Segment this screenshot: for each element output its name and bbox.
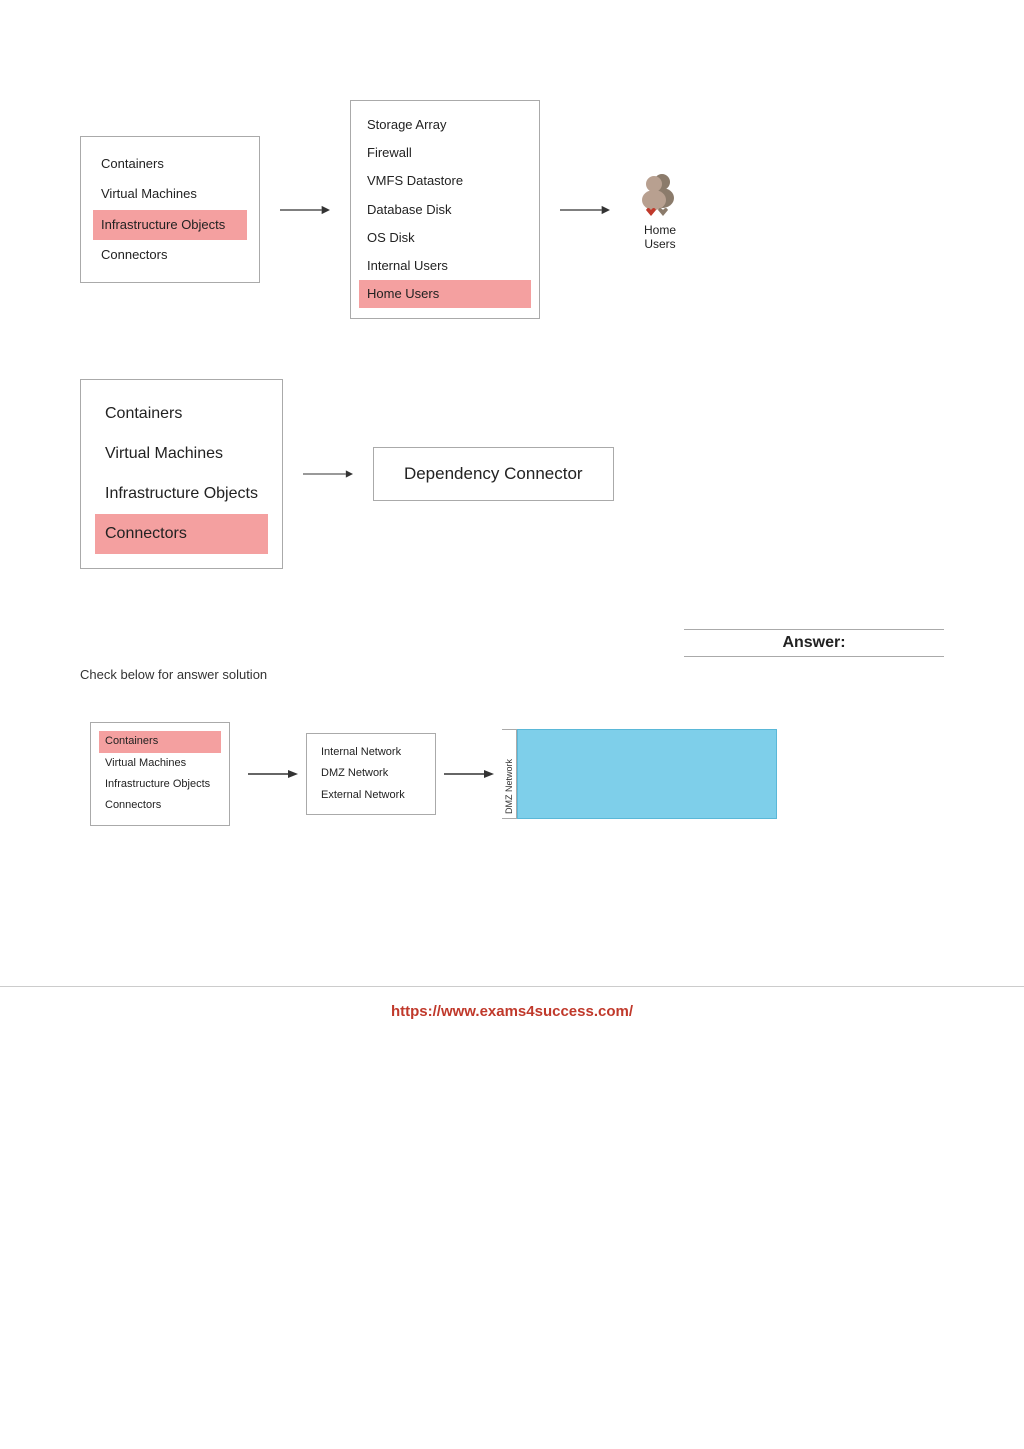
footer: https://www.exams4success.com/ [0,986,1024,1029]
sol-list-item: DMZ Network [321,763,421,784]
dependency-connector-label: Dependency Connector [404,464,583,483]
solution-middle-list: Internal Network DMZ Network External Ne… [306,733,436,815]
arrow2 [560,200,610,220]
section2-left-list: Containers Virtual Machines Infrastructu… [80,379,283,569]
list-item: Containers [105,394,258,434]
sol-list-item: Infrastructure Objects [105,774,215,795]
sol-list-item: External Network [321,785,421,806]
home-users-box: Home Users [630,168,690,251]
sol-list-item: Internal Network [321,742,421,763]
arrow3 [303,464,353,484]
arrow1 [280,200,330,220]
section1-left-list: Containers Virtual Machines Infrastructu… [80,136,260,283]
check-below-text: Check below for answer solution [80,667,944,682]
solution-blue-box [517,729,777,819]
list-item: Virtual Machines [105,434,258,474]
list-item: VMFS Datastore [367,167,523,195]
solution-section: Containers Virtual Machines Infrastructu… [80,702,944,846]
sol-list-item: Containers [99,731,221,752]
list-item: Connectors [101,240,239,270]
list-item-highlighted: Infrastructure Objects [93,210,247,240]
list-item-highlighted: Home Users [359,280,531,308]
dependency-connector-box: Dependency Connector [373,447,614,501]
list-item: Internal Users [367,252,523,280]
answer-label: Answer: [684,629,944,657]
home-users-label: Home Users [644,223,676,251]
home-users-icon [630,168,690,223]
sol-list-item: Connectors [105,795,215,816]
list-item-highlighted: Connectors [95,514,268,554]
list-item: Infrastructure Objects [105,474,258,514]
footer-link[interactable]: https://www.exams4success.com/ [391,1003,633,1020]
list-item: Virtual Machines [101,179,239,209]
list-item: Containers [101,149,239,179]
solution-right-area: DMZ Network [502,729,777,819]
list-item: Firewall [367,139,523,167]
list-item: Database Disk [367,196,523,224]
solution-left-list: Containers Virtual Machines Infrastructu… [90,722,230,826]
section1-middle-list: Storage Array Firewall VMFS Datastore Da… [350,100,540,319]
solution-right-vertical-label: DMZ Network [502,729,517,819]
sol-arrow2 [436,766,502,782]
sol-list-item: Virtual Machines [105,753,215,774]
sol-arrow1 [240,766,306,782]
list-item: OS Disk [367,224,523,252]
list-item: Storage Array [367,111,523,139]
section1: Containers Virtual Machines Infrastructu… [80,100,944,319]
section2: Containers Virtual Machines Infrastructu… [80,379,944,569]
